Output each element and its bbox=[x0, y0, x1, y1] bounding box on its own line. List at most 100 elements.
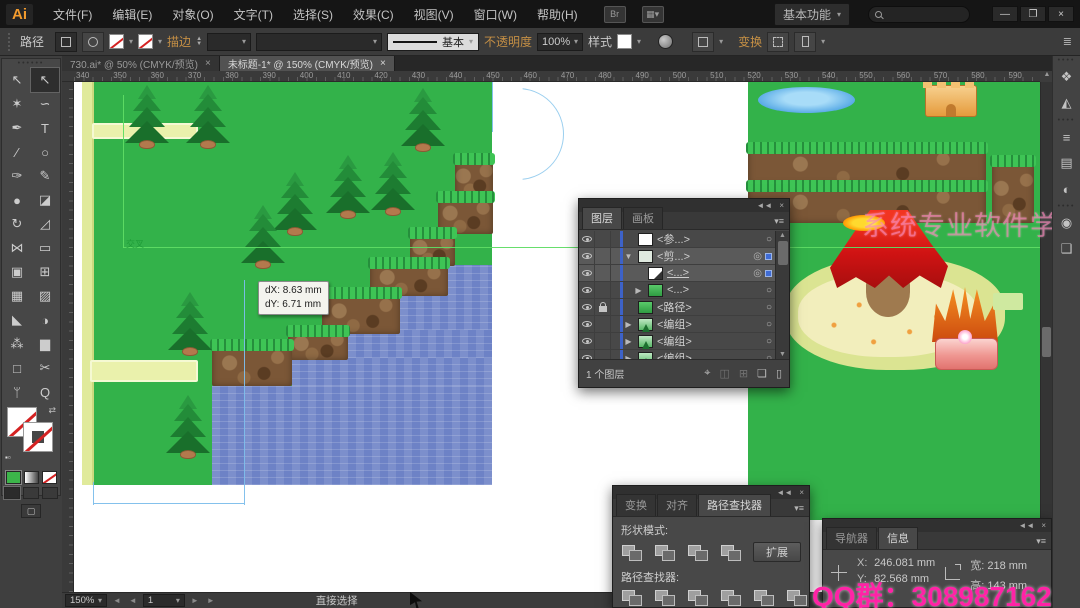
scroll-down-icon[interactable]: ▼ bbox=[779, 351, 786, 358]
arrange-documents-icon[interactable]: ▦▾ bbox=[642, 6, 664, 23]
layer-label[interactable]: <参...> bbox=[657, 231, 745, 247]
outline-icon[interactable] bbox=[753, 589, 775, 606]
intersect-icon[interactable] bbox=[687, 544, 709, 561]
menu-item[interactable]: 文字(T) bbox=[224, 5, 283, 25]
last-artboard-icon[interactable]: ► bbox=[205, 596, 217, 605]
close-panel-icon[interactable]: × bbox=[799, 488, 804, 497]
symbol-sprayer-tool[interactable]: ⁂ bbox=[3, 332, 31, 356]
canvas[interactable]: 交叉 bbox=[74, 82, 1040, 592]
prev-artboard-icon[interactable]: ◄ bbox=[127, 596, 139, 605]
layer-row[interactable]: <...>◎ bbox=[579, 265, 775, 282]
lock-cell[interactable] bbox=[595, 282, 611, 298]
make-clip-mask-icon[interactable]: ◫ bbox=[719, 367, 729, 380]
layer-label[interactable]: <编组> bbox=[657, 350, 745, 359]
merge-icon[interactable] bbox=[687, 589, 709, 606]
collapse-icon[interactable]: ◄◄ bbox=[1018, 521, 1034, 530]
anchor-convert-icon[interactable] bbox=[55, 32, 77, 52]
visibility-eye-icon[interactable] bbox=[582, 338, 592, 344]
restore-button[interactable]: ❐ bbox=[1020, 6, 1046, 22]
ellipse-tool[interactable]: ○ bbox=[31, 140, 59, 164]
draw-normal-button[interactable] bbox=[4, 487, 20, 499]
layer-row[interactable]: <路径>○ bbox=[579, 299, 775, 316]
layer-label[interactable]: <...> bbox=[667, 284, 745, 296]
layer-row[interactable]: ▼<剪...>◎ bbox=[579, 248, 775, 265]
swap-fill-stroke-icon[interactable]: ⇄ bbox=[48, 405, 56, 416]
brush-definition-select[interactable]: 基本 ▾ bbox=[387, 33, 479, 51]
variable-width-profile-select[interactable]: ▾ bbox=[256, 33, 382, 51]
target-icon[interactable]: ○ bbox=[766, 336, 772, 347]
document-tab[interactable]: 730.ai* @ 50% (CMYK/预览)× bbox=[62, 56, 220, 71]
tab-close-icon[interactable]: × bbox=[205, 58, 211, 69]
align-chevron-icon[interactable]: ▾ bbox=[719, 37, 723, 46]
tab-close-icon[interactable]: × bbox=[380, 58, 386, 69]
bridge-icon[interactable]: Br bbox=[604, 6, 626, 23]
trim-icon[interactable] bbox=[654, 589, 676, 606]
dock-grip[interactable]: •••• bbox=[1053, 56, 1080, 64]
anchor-handles-icon[interactable] bbox=[82, 32, 104, 52]
graphic-styles-panel-icon[interactable]: ❑ bbox=[1053, 236, 1080, 262]
horizontal-ruler[interactable]: 3403503603703803904004104204304404504604… bbox=[74, 71, 1040, 82]
stroke-panel-icon[interactable]: ≡ bbox=[1053, 124, 1080, 150]
transparency-panel-icon[interactable]: ◐ bbox=[1053, 176, 1080, 202]
fill-chevron-icon[interactable]: ▾ bbox=[129, 37, 133, 46]
mesh-tool[interactable]: ▦ bbox=[3, 284, 31, 308]
lock-cell[interactable] bbox=[595, 333, 611, 349]
blend-tool[interactable]: ◑ bbox=[31, 308, 59, 332]
visibility-eye-icon[interactable] bbox=[582, 236, 592, 242]
align-select-icon[interactable] bbox=[692, 32, 714, 52]
new-layer-icon[interactable]: ❏ bbox=[757, 367, 767, 380]
pathfinder-tab-0[interactable]: 变换 bbox=[616, 494, 656, 516]
target-icon[interactable]: ○ bbox=[766, 302, 772, 313]
selection-tool[interactable]: ↖ bbox=[31, 68, 59, 92]
next-artboard-icon[interactable]: ► bbox=[189, 596, 201, 605]
layer-label[interactable]: <剪...> bbox=[657, 248, 745, 264]
expand-arrow-icon[interactable]: ▶ bbox=[623, 320, 634, 329]
menu-item[interactable]: 文件(F) bbox=[43, 5, 102, 25]
default-fill-stroke-icon[interactable]: ▪▫ bbox=[5, 453, 11, 462]
blob-brush-tool[interactable]: ● bbox=[3, 188, 31, 212]
hand-tool[interactable]: ᛘ bbox=[3, 380, 31, 404]
graphic-style-swatch[interactable] bbox=[617, 34, 632, 49]
isolate-selection-icon[interactable] bbox=[794, 32, 816, 52]
info-tab-0[interactable]: 导航器 bbox=[826, 527, 877, 549]
target-icon[interactable]: ◎ bbox=[753, 251, 762, 262]
lock-cell[interactable] bbox=[595, 350, 611, 359]
layer-row[interactable]: ▶<编组>○ bbox=[579, 333, 775, 350]
color-guide-panel-icon[interactable]: ◭ bbox=[1053, 90, 1080, 116]
menu-item[interactable]: 对象(O) bbox=[162, 5, 223, 25]
expand-arrow-icon[interactable]: ▶ bbox=[633, 286, 644, 295]
layer-row[interactable]: <参...>○ bbox=[579, 231, 775, 248]
bounding-box-icon[interactable] bbox=[767, 32, 789, 52]
exclude-icon[interactable] bbox=[720, 544, 742, 561]
draw-inside-button[interactable] bbox=[42, 487, 58, 499]
locate-object-icon[interactable]: ⌖ bbox=[704, 367, 710, 380]
tab-layers[interactable]: 图层 bbox=[582, 207, 622, 229]
select-similar-chevron-icon[interactable]: ▾ bbox=[821, 37, 825, 46]
first-artboard-icon[interactable]: ◄ bbox=[111, 596, 123, 605]
unite-icon[interactable] bbox=[621, 544, 643, 561]
target-icon[interactable]: ○ bbox=[766, 319, 772, 330]
tab-artboards[interactable]: 画板 bbox=[623, 207, 663, 229]
gradient-mode-button[interactable] bbox=[24, 471, 39, 484]
visibility-cell[interactable] bbox=[579, 299, 595, 315]
visibility-eye-icon[interactable] bbox=[582, 321, 592, 327]
visibility-eye-icon[interactable] bbox=[582, 304, 592, 310]
zoom-level-field[interactable]: 150% ▾ bbox=[65, 594, 107, 607]
panel-menu-icon[interactable]: ▾≡ bbox=[794, 503, 804, 514]
layer-row[interactable]: ▶<编组>○ bbox=[579, 350, 775, 359]
visibility-cell[interactable] bbox=[579, 231, 595, 247]
new-sublayer-icon[interactable]: ⊞ bbox=[739, 367, 748, 380]
pen-tool[interactable]: ✒ bbox=[3, 116, 31, 140]
collapse-icon[interactable]: ◄◄ bbox=[776, 488, 792, 497]
slice-tool[interactable]: ✂ bbox=[31, 356, 59, 380]
minus-front-icon[interactable] bbox=[654, 544, 676, 561]
layer-label[interactable]: <编组> bbox=[657, 316, 745, 332]
pathfinder-tab-2[interactable]: 路径查找器 bbox=[698, 494, 771, 516]
minimize-button[interactable]: — bbox=[992, 6, 1018, 22]
pathfinder-tab-1[interactable]: 对齐 bbox=[657, 494, 697, 516]
free-transform-tool[interactable]: ▭ bbox=[31, 236, 59, 260]
expand-button[interactable]: 扩展 bbox=[753, 542, 801, 562]
artboard-number-field[interactable]: 1 ▾ bbox=[143, 594, 185, 607]
menu-item[interactable]: 选择(S) bbox=[283, 5, 343, 25]
minus-back-icon[interactable] bbox=[786, 589, 808, 606]
